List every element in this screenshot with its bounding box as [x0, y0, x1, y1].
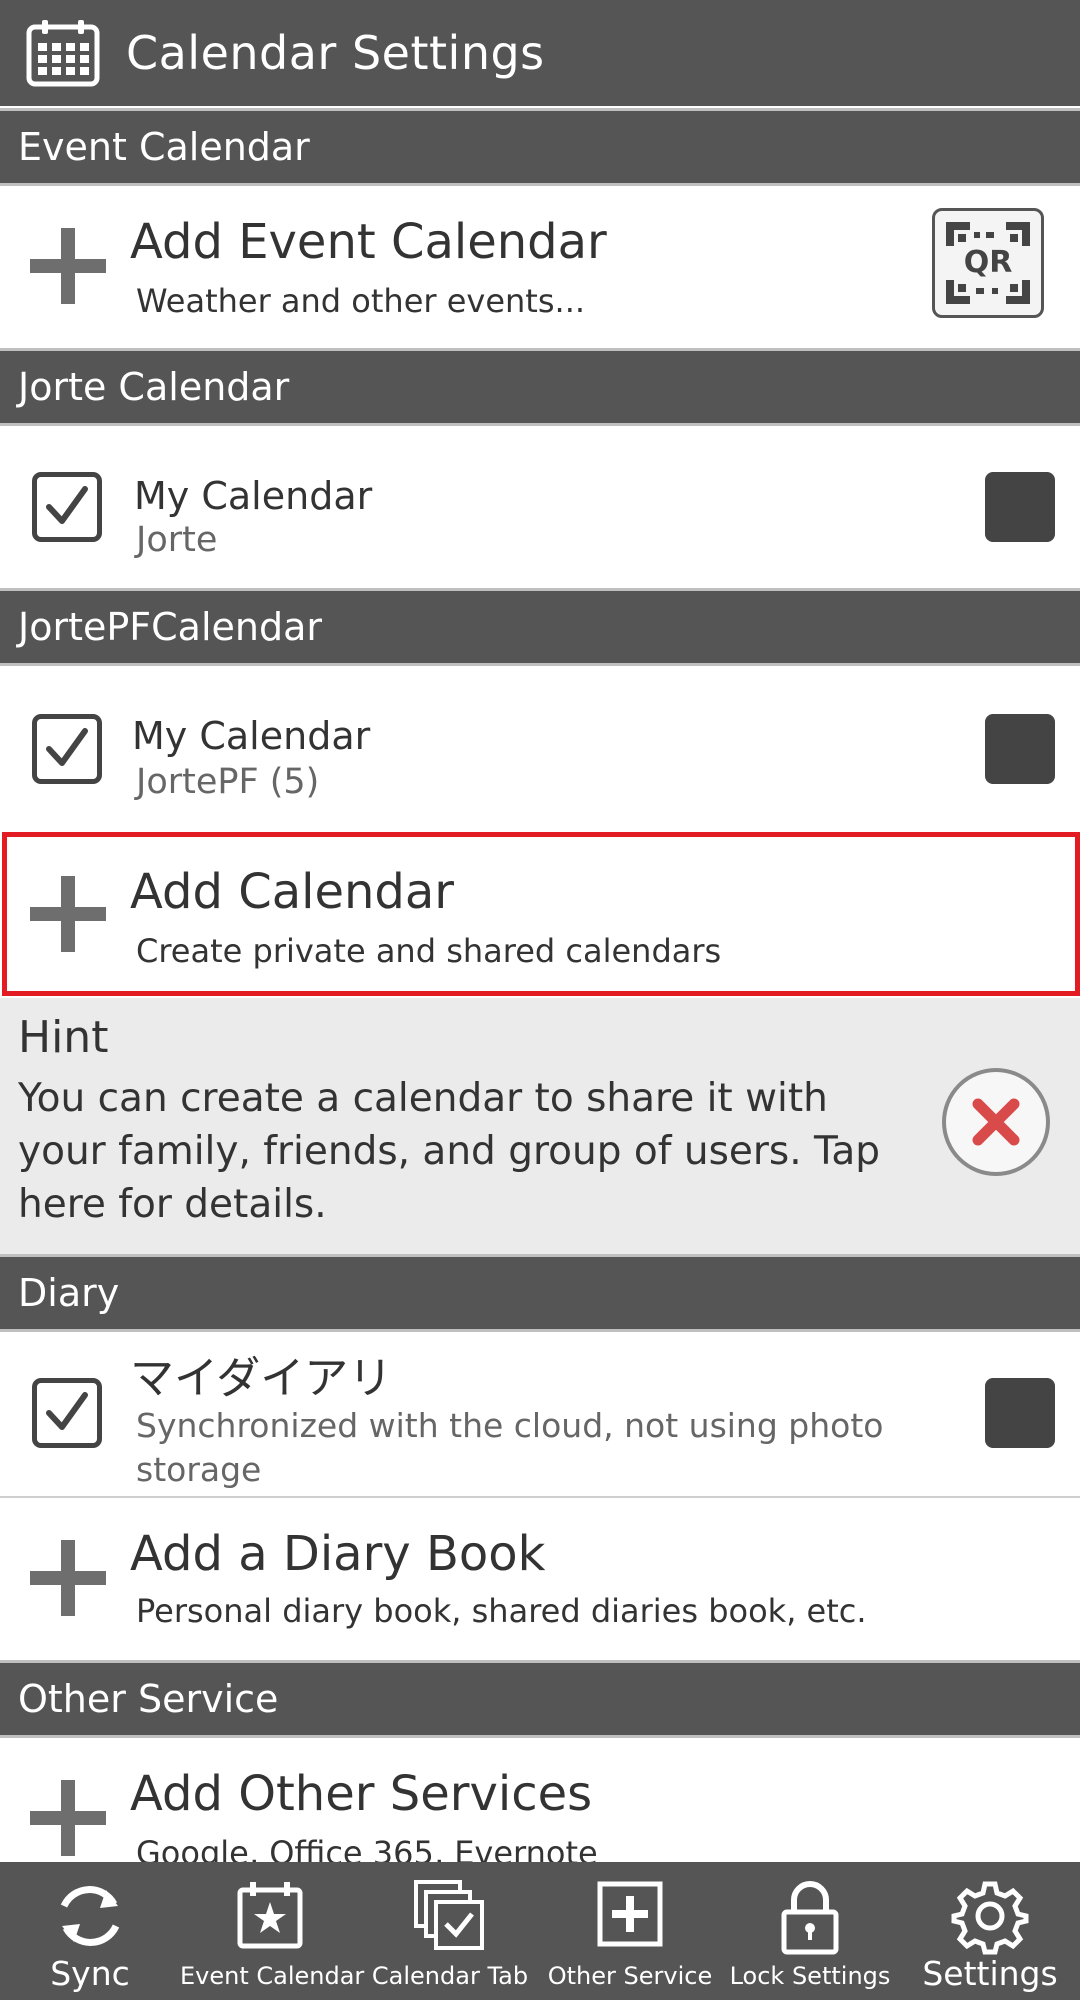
- page-title: Calendar Settings: [126, 26, 545, 80]
- add-calendar-title: Add Calendar: [130, 864, 455, 920]
- add-diary-book-title: Add a Diary Book: [130, 1526, 546, 1582]
- sync-icon: [60, 1886, 120, 1946]
- calendar-subtitle: Jorte: [136, 520, 218, 560]
- jortepf-calendar-checkbox[interactable]: [32, 714, 102, 784]
- add-diary-book-row[interactable]: Add a Diary Book Personal diary book, sh…: [0, 1498, 1080, 1660]
- nav-label: Lock Settings: [729, 1962, 891, 1990]
- diary-subtitle: Synchronized with the cloud, not using p…: [136, 1406, 884, 1489]
- section-header-diary: Diary: [0, 1254, 1080, 1332]
- add-event-calendar-row[interactable]: Add Event Calendar Weather and other eve…: [0, 186, 1080, 346]
- diary-color-swatch[interactable]: [985, 1378, 1055, 1448]
- calendar-title: My Calendar: [134, 474, 373, 518]
- nav-sync[interactable]: Sync: [0, 1862, 180, 2000]
- hint-panel[interactable]: Hint You can create a calendar to share …: [0, 998, 1080, 1254]
- other-service-icon: [597, 1881, 663, 1947]
- hint-title: Hint: [18, 1012, 109, 1063]
- add-calendar-subtitle: Create private and shared calendars: [136, 932, 722, 970]
- calendar-color-swatch[interactable]: [985, 472, 1055, 542]
- qr-label: QR: [963, 245, 1013, 280]
- diary-row[interactable]: マイダイアリ Synchronized with the cloud, not …: [0, 1332, 1080, 1496]
- calendar-row-jortepf[interactable]: My Calendar JortePF (5): [0, 666, 1080, 830]
- plus-icon: [30, 876, 106, 952]
- add-event-calendar-subtitle: Weather and other events...: [136, 282, 586, 320]
- checkmark-icon: [46, 486, 88, 524]
- plus-icon: [30, 228, 106, 304]
- plus-icon: [30, 1540, 106, 1616]
- diary-checkbox[interactable]: [32, 1378, 102, 1448]
- checkmark-icon: [46, 728, 88, 766]
- section-header-jorte-calendar: Jorte Calendar: [0, 348, 1080, 426]
- diary-title: マイダイアリ: [130, 1353, 393, 1404]
- calendar-icon: [26, 20, 100, 87]
- calendar-tab-icon: [414, 1880, 484, 1950]
- jorte-calendar-checkbox[interactable]: [32, 472, 102, 542]
- checkmark-icon: [46, 1392, 88, 1430]
- add-event-calendar-title: Add Event Calendar: [130, 214, 607, 270]
- plus-icon: [30, 1780, 106, 1856]
- app-header: Calendar Settings: [0, 0, 1080, 106]
- lock-icon: [781, 1881, 839, 1955]
- calendar-color-swatch[interactable]: [985, 714, 1055, 784]
- nav-label: Sync: [50, 1954, 130, 1993]
- nav-label: Event Calendar: [180, 1962, 365, 1990]
- calendar-title: My Calendar: [132, 714, 371, 758]
- nav-event-calendar[interactable]: Event Calendar: [180, 1862, 365, 2000]
- add-other-services-title: Add Other Services: [130, 1766, 593, 1822]
- nav-calendar-tab[interactable]: Calendar Tab: [360, 1862, 540, 2000]
- close-icon: [972, 1098, 1020, 1146]
- nav-label: Other Service: [547, 1962, 713, 1990]
- nav-settings[interactable]: Settings: [900, 1862, 1080, 2000]
- add-diary-book-subtitle: Personal diary book, shared diaries book…: [136, 1592, 867, 1630]
- gear-icon: [951, 1881, 1029, 1955]
- section-header-event-calendar: Event Calendar: [0, 108, 1080, 186]
- add-other-services-subtitle: Google, Office 365, Evernote: [136, 1834, 598, 1862]
- calendar-row-jorte[interactable]: My Calendar Jorte: [0, 426, 1080, 588]
- add-calendar-row[interactable]: Add Calendar Create private and shared c…: [0, 832, 1080, 996]
- event-calendar-icon: [237, 1882, 303, 1949]
- bottom-navigation: Sync Event Calendar Calendar Tab Other S…: [0, 1862, 1080, 2000]
- close-hint-button[interactable]: [942, 1068, 1050, 1176]
- nav-label: Settings: [922, 1954, 1058, 1993]
- section-header-other-service: Other Service: [0, 1660, 1080, 1738]
- add-other-services-row[interactable]: Add Other Services Google, Office 365, E…: [0, 1738, 1080, 1862]
- calendar-subtitle: JortePF (5): [136, 762, 320, 802]
- nav-lock-settings[interactable]: Lock Settings: [720, 1862, 900, 2000]
- section-header-jortepf-calendar: JortePFCalendar: [0, 588, 1080, 666]
- hint-body: You can create a calendar to share it wi…: [18, 1076, 881, 1227]
- nav-label: Calendar Tab: [371, 1962, 529, 1990]
- qr-code-button[interactable]: QR: [932, 208, 1044, 318]
- nav-other-service[interactable]: Other Service: [540, 1862, 720, 2000]
